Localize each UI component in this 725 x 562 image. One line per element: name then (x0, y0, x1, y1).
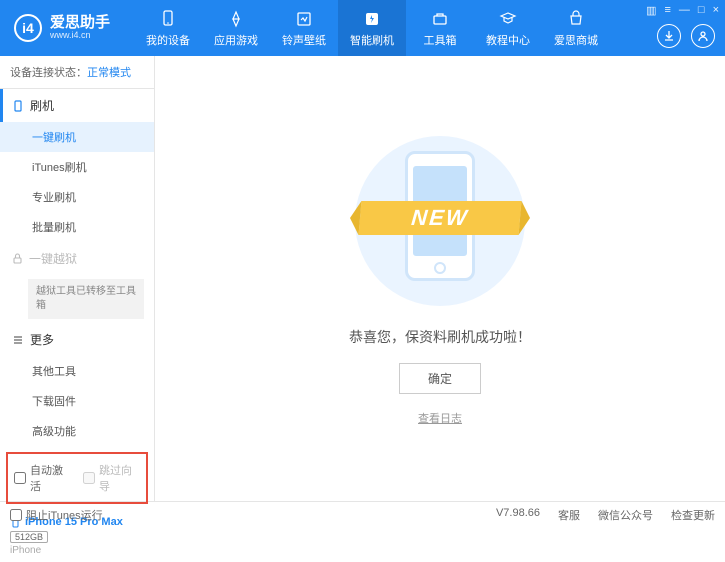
apps-icon (226, 9, 246, 29)
new-banner: NEW (359, 201, 522, 235)
auto-activate-checkbox[interactable]: 自动激活 (14, 462, 71, 494)
storage-badge: 512GB (10, 531, 48, 543)
main-content: NEW 恭喜您，保资料刷机成功啦！ 确定 查看日志 (155, 56, 725, 501)
menu-icon[interactable]: ≡ (664, 4, 670, 17)
window-controls: ▥ ≡ — □ × (646, 4, 719, 17)
phone-icon (12, 100, 24, 112)
jailbreak-moved-note: 越狱工具已转移至工具箱 (28, 279, 144, 319)
sidebar-group-flash[interactable]: 刷机 (0, 89, 154, 122)
download-button[interactable] (657, 24, 681, 48)
wechat-link[interactable]: 微信公众号 (598, 507, 653, 523)
app-logo-icon: i4 (14, 14, 42, 42)
check-update-link[interactable]: 检查更新 (671, 507, 715, 523)
device-icon (158, 9, 178, 29)
header-actions (657, 24, 715, 48)
version-label: V7.98.66 (496, 507, 540, 523)
ok-button[interactable]: 确定 (399, 363, 481, 394)
device-connection-status: 设备连接状态：正常模式 (0, 56, 154, 89)
sidebar-item-oneclick-flash[interactable]: 一键刷机 (0, 122, 154, 152)
close-button[interactable]: × (713, 4, 719, 17)
block-itunes-checkbox[interactable]: 阻止iTunes运行 (10, 507, 103, 523)
minimize-button[interactable]: — (679, 4, 690, 17)
sidebar-group-more[interactable]: 更多 (0, 323, 154, 356)
user-button[interactable] (691, 24, 715, 48)
sidebar-group-jailbreak: 一键越狱 (0, 242, 154, 275)
maximize-button[interactable]: □ (698, 4, 705, 17)
nav-tutorials[interactable]: 教程中心 (474, 0, 542, 56)
ringtone-icon (294, 9, 314, 29)
device-model: iPhone (10, 545, 144, 556)
store-icon (566, 9, 586, 29)
nav-toolbox[interactable]: 工具箱 (406, 0, 474, 56)
nav-ringtones[interactable]: 铃声壁纸 (270, 0, 338, 56)
more-icon (12, 334, 24, 346)
success-message: 恭喜您，保资料刷机成功啦！ (349, 327, 531, 347)
app-subtitle: www.i4.cn (50, 31, 110, 41)
success-illustration: NEW (350, 131, 530, 311)
logo-area: i4 爱思助手 www.i4.cn (0, 14, 124, 42)
sidebar-item-advanced[interactable]: 高级功能 (0, 416, 154, 446)
sidebar-item-itunes-flash[interactable]: iTunes刷机 (0, 152, 154, 182)
sidebar-item-download-firmware[interactable]: 下载固件 (0, 386, 154, 416)
nav-smart-flash[interactable]: 智能刷机 (338, 0, 406, 56)
nav-store[interactable]: 爱思商城 (542, 0, 610, 56)
nav-my-device[interactable]: 我的设备 (134, 0, 202, 56)
app-title: 爱思助手 (50, 15, 110, 32)
flash-icon (362, 9, 382, 29)
nav-apps-games[interactable]: 应用游戏 (202, 0, 270, 56)
view-log-link[interactable]: 查看日志 (418, 410, 462, 426)
title-bar: i4 爱思助手 www.i4.cn 我的设备 应用游戏 铃声壁纸 智能刷机 工具… (0, 0, 725, 56)
flash-options-highlighted: 自动激活 跳过向导 (6, 452, 148, 504)
lock-icon (12, 253, 23, 264)
toolbox-icon (430, 9, 450, 29)
sidebar-item-other-tools[interactable]: 其他工具 (0, 356, 154, 386)
skin-icon[interactable]: ▥ (646, 4, 656, 17)
skip-guide-checkbox[interactable]: 跳过向导 (83, 462, 140, 494)
tutorial-icon (498, 9, 518, 29)
top-nav: 我的设备 应用游戏 铃声壁纸 智能刷机 工具箱 教程中心 爱思商城 (134, 0, 610, 56)
sidebar-item-pro-flash[interactable]: 专业刷机 (0, 182, 154, 212)
sidebar-item-batch-flash[interactable]: 批量刷机 (0, 212, 154, 242)
sidebar: 设备连接状态：正常模式 刷机 一键刷机 iTunes刷机 专业刷机 批量刷机 一… (0, 56, 155, 501)
support-link[interactable]: 客服 (558, 507, 580, 523)
